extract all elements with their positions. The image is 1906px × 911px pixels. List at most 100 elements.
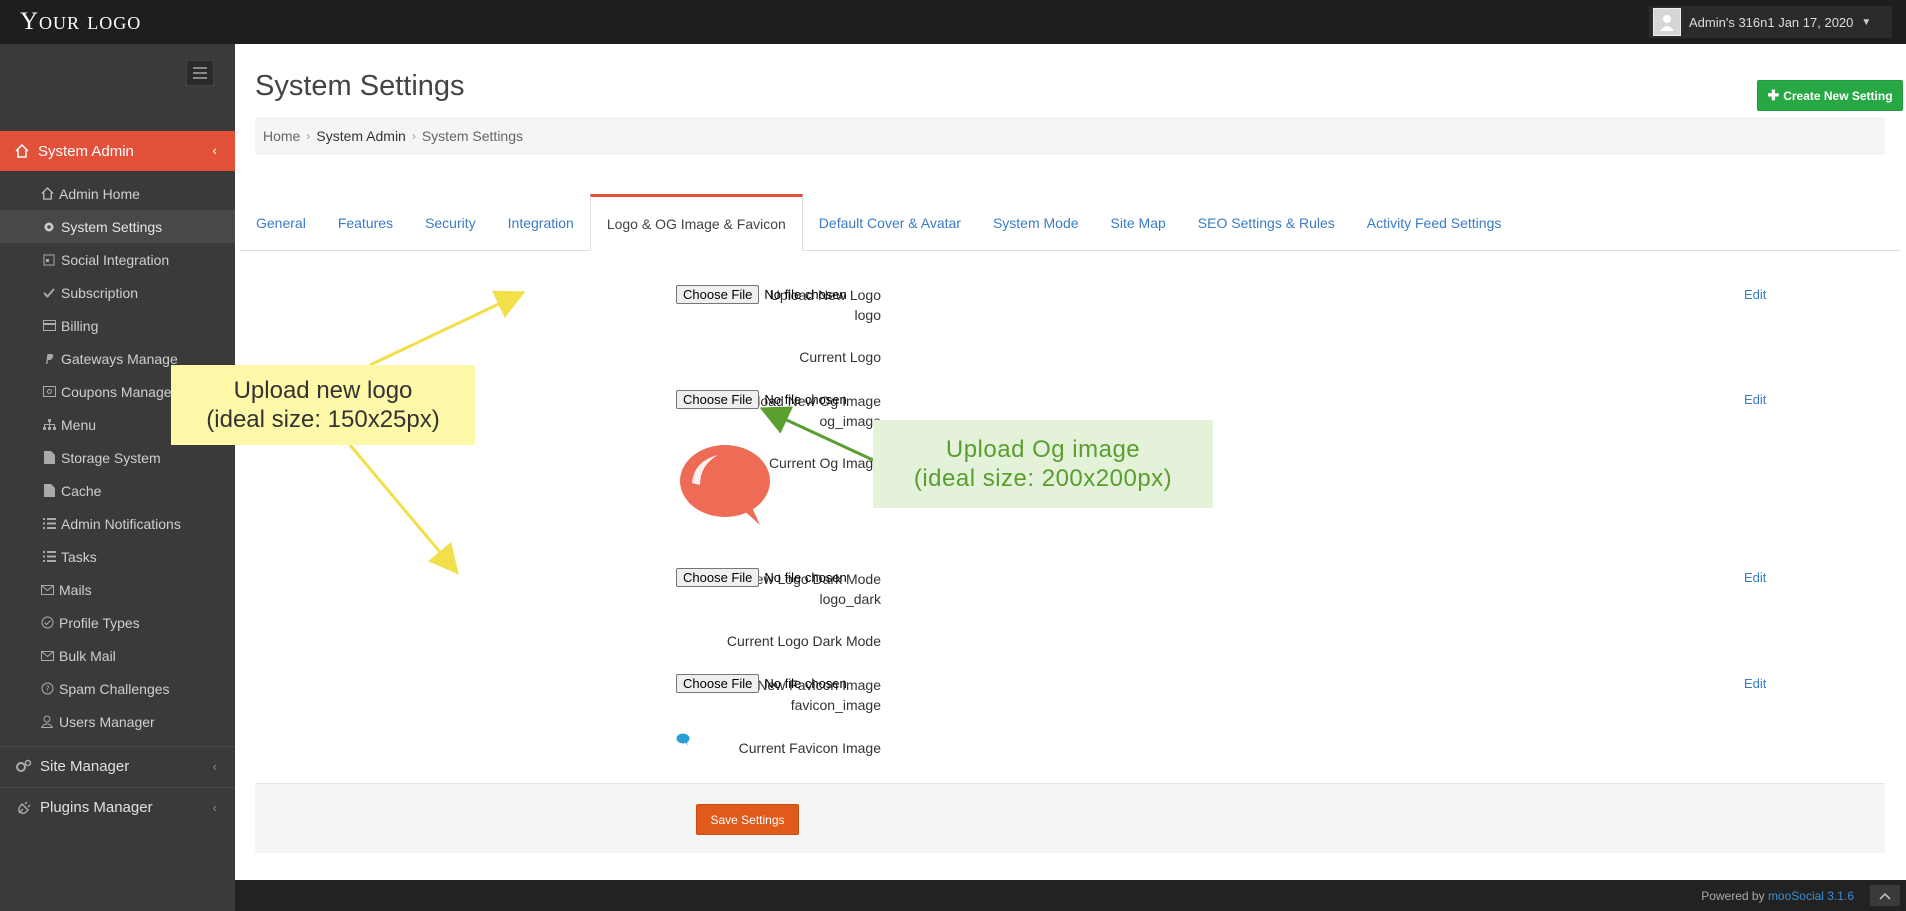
chevron-left-icon: ‹ (212, 759, 217, 774)
file-icon (42, 484, 56, 498)
svg-text:?: ? (45, 685, 49, 694)
user-icon (40, 715, 54, 729)
page-title: System Settings (255, 70, 465, 102)
question-icon: ? (40, 682, 54, 696)
file-status: No file chosen (764, 392, 847, 407)
tab-general[interactable]: General (240, 194, 322, 251)
sidebar-item-tasks[interactable]: Tasks (0, 540, 235, 573)
user-menu[interactable]: Admin's 316n1 Jan 17, 2020 ▼ (1649, 6, 1892, 38)
file-icon (42, 451, 56, 465)
dark-logo-file-input[interactable]: Choose File No file chosen (676, 568, 847, 587)
file-status: No file chosen (764, 676, 847, 691)
speech-bubble-icon (680, 445, 770, 525)
sidebar-item-billing[interactable]: Billing (0, 309, 235, 342)
sidebar-item-label: Cache (61, 482, 102, 499)
edit-dark-logo-link[interactable]: Edit (1744, 570, 1766, 585)
chevron-down-icon: ▼ (1861, 16, 1872, 28)
breadcrumb-home[interactable]: Home (263, 128, 300, 144)
system-admin-submenu: Admin Home System Settings Social Integr… (0, 177, 235, 738)
tab-site-map[interactable]: Site Map (1095, 194, 1182, 251)
mail-icon (40, 649, 54, 663)
sidebar-section-system-admin[interactable]: System Admin ‹ (0, 131, 235, 171)
scroll-top-button[interactable] (1870, 885, 1900, 906)
edit-logo-link[interactable]: Edit (1744, 287, 1766, 302)
sidebar-item-label: Menu (61, 416, 97, 433)
sidebar-item-admin-notifications[interactable]: Admin Notifications (0, 507, 235, 540)
avatar (1653, 8, 1681, 36)
sidebar-item-subscription[interactable]: Subscription (0, 276, 235, 309)
sidebar-item-cache[interactable]: Cache (0, 474, 235, 507)
check-icon (42, 286, 56, 300)
powered-by: Powered by mooSocial 3.1.6 (1701, 889, 1854, 903)
sidebar-item-storage-system[interactable]: Storage System (0, 441, 235, 474)
favicon-file-input[interactable]: Choose File No file chosen (676, 674, 847, 693)
gears-icon (16, 759, 32, 775)
save-settings-button[interactable]: Save Settings (696, 804, 799, 835)
tab-activity-feed-settings[interactable]: Activity Feed Settings (1351, 194, 1518, 251)
settings-tabs: General Features Security Integration Lo… (240, 194, 1900, 251)
breadcrumb: Home › System Admin › System Settings (255, 117, 1885, 155)
sidebar-item-system-settings[interactable]: System Settings (0, 210, 235, 243)
form-actions: Save Settings (255, 783, 1885, 853)
menu-toggle-button[interactable] (186, 60, 214, 86)
logo-file-input[interactable]: Choose File No file chosen (676, 285, 847, 304)
sidebar-item-admin-home[interactable]: Admin Home (0, 177, 235, 210)
sidebar-item-label: Subscription (61, 284, 139, 301)
edit-favicon-link[interactable]: Edit (1744, 676, 1766, 691)
breadcrumb-separator: › (306, 129, 311, 143)
tab-system-mode[interactable]: System Mode (977, 194, 1095, 251)
tab-seo-settings[interactable]: SEO Settings & Rules (1182, 194, 1351, 251)
moosocial-link[interactable]: mooSocial 3.1.6 (1768, 889, 1854, 903)
sidebar-item-label: Profile Types (59, 614, 140, 631)
coupon-icon (42, 385, 56, 399)
current-og-label: Current Og Image (768, 455, 881, 471)
tab-logo-og-favicon[interactable]: Logo & OG Image & Favicon (589, 194, 803, 251)
sidebar-item-social-integration[interactable]: Social Integration (0, 243, 235, 276)
site-logo[interactable]: Your logo (20, 8, 141, 36)
sidebar-item-label: Users Manager (59, 713, 155, 730)
sidebar-item-label: Social Integration (61, 251, 170, 268)
sidebar-item-mails[interactable]: Mails (0, 573, 235, 606)
chevron-up-icon (1879, 892, 1891, 900)
sidebar-item-label: Storage System (61, 449, 161, 466)
current-logo-label: Current Logo (799, 349, 881, 365)
edit-og-link[interactable]: Edit (1744, 392, 1766, 407)
sidebar-item-profile-types[interactable]: Profile Types (0, 606, 235, 639)
plus-icon: ✚ (1767, 87, 1780, 103)
list-icon (42, 550, 56, 564)
breadcrumb-system-admin[interactable]: System Admin (316, 128, 405, 144)
sidebar-group-site-manager[interactable]: Site Manager ‹ (0, 746, 235, 786)
sidebar-item-label: Bulk Mail (59, 647, 116, 664)
user-name: Admin's 316n1 Jan 17, 2020 (1689, 14, 1854, 30)
top-bar: Your logo Admin's 316n1 Jan 17, 2020 ▼ (0, 0, 1906, 44)
paypal-icon (42, 352, 56, 366)
og-file-input[interactable]: Choose File No file chosen (676, 390, 847, 409)
choose-file-button[interactable]: Choose File (676, 568, 760, 587)
tab-integration[interactable]: Integration (492, 194, 590, 251)
share-icon (42, 253, 56, 267)
create-new-setting-button[interactable]: ✚ Create New Setting (1757, 80, 1903, 111)
tab-features[interactable]: Features (322, 194, 409, 251)
choose-file-button[interactable]: Choose File (676, 390, 760, 409)
sidebar-item-label: Admin Home (59, 185, 140, 202)
tab-default-cover-avatar[interactable]: Default Cover & Avatar (803, 194, 977, 251)
file-status: No file chosen (764, 287, 847, 302)
gear-icon (42, 220, 56, 234)
choose-file-button[interactable]: Choose File (676, 285, 760, 304)
tab-security[interactable]: Security (409, 194, 492, 251)
sidebar-item-label: Admin Notifications (61, 515, 181, 532)
sidebar-group-label: Plugins Manager (40, 799, 153, 816)
choose-file-button[interactable]: Choose File (676, 674, 760, 693)
sidebar: System Admin ‹ Admin Home System Setting… (0, 44, 235, 911)
sidebar-item-users-manager[interactable]: Users Manager (0, 705, 235, 738)
sidebar-group-plugins-manager[interactable]: Plugins Manager ‹ (0, 787, 235, 827)
home-icon (14, 143, 30, 159)
home-icon (40, 187, 54, 201)
user-silhouette-icon (1660, 15, 1674, 31)
list-icon (42, 517, 56, 531)
sidebar-group-label: Site Manager (40, 758, 130, 775)
sidebar-item-bulk-mail[interactable]: Bulk Mail (0, 639, 235, 672)
chevron-left-icon: ‹ (212, 800, 217, 815)
chevron-left-icon: ‹ (212, 142, 217, 158)
sidebar-item-spam-challenges[interactable]: ? Spam Challenges (0, 672, 235, 705)
